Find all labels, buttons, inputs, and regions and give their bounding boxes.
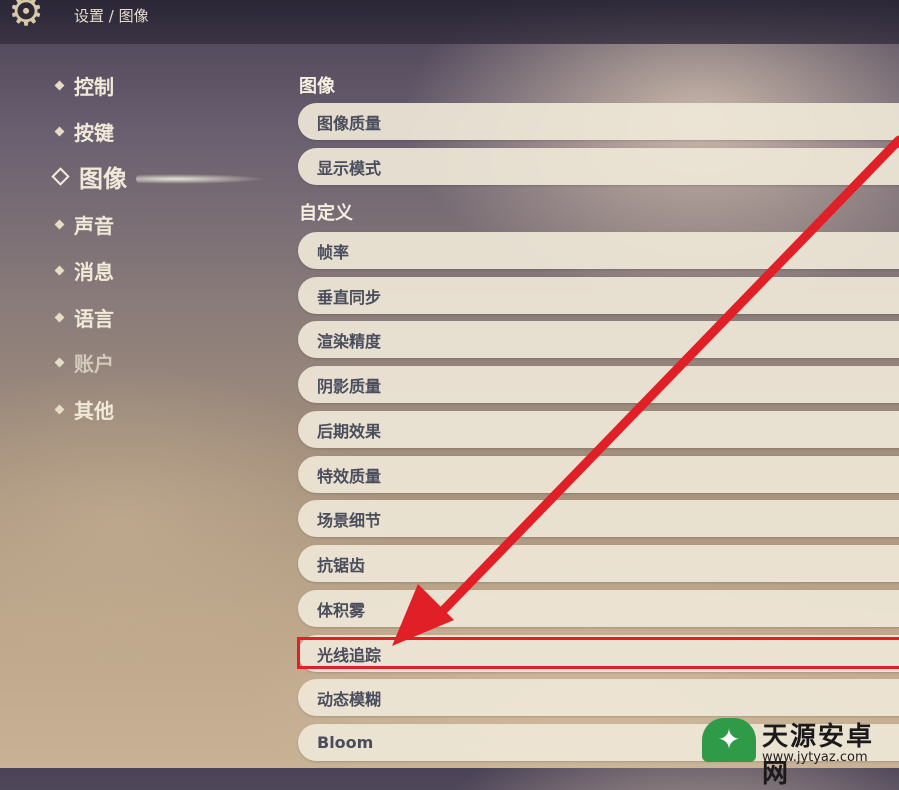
setting-label: 帧率 xyxy=(317,242,350,262)
sidebar-item-label: 声音 xyxy=(74,213,114,238)
diamond-icon xyxy=(54,404,65,414)
setting-label: Bloom xyxy=(317,733,374,752)
watermark-url: www.jytyaz.com xyxy=(762,750,868,765)
setting-label: 特效质量 xyxy=(317,466,382,486)
setting-label: 图像质量 xyxy=(317,113,382,133)
gear-icon[interactable]: ⚙ xyxy=(6,0,46,32)
sidebar-item-language[interactable]: 语言 xyxy=(54,302,114,332)
sidebar-item-other[interactable]: 其他 xyxy=(54,394,114,424)
diamond-icon xyxy=(54,312,65,322)
sidebar-item-label: 语言 xyxy=(74,306,114,331)
watermark: ✦ 天源安卓网 www.jytyaz.com xyxy=(702,710,899,789)
setting-label: 动态模糊 xyxy=(317,689,382,709)
sidebar-item-label: 控制 xyxy=(74,74,114,99)
sidebar-item-controls[interactable]: 控制 xyxy=(54,70,114,100)
setting-row-effects-quality[interactable]: 特效质量 xyxy=(298,456,899,493)
ray-tracing-highlight-box xyxy=(297,637,899,669)
setting-label: 阴影质量 xyxy=(317,376,382,396)
sidebar-item-account[interactable]: 账户 xyxy=(54,347,114,377)
setting-label: 体积雾 xyxy=(317,600,366,620)
sidebar-item-label: 账户 xyxy=(74,351,114,376)
diamond-icon xyxy=(54,265,65,275)
sidebar-item-notifications[interactable]: 消息 xyxy=(54,255,114,285)
setting-row-volumetric-fog[interactable]: 体积雾 xyxy=(298,590,899,627)
section-title-custom: 自定义 xyxy=(299,203,353,224)
setting-row-graphics-quality[interactable]: 图像质量 xyxy=(298,103,899,140)
diamond-icon xyxy=(54,219,65,229)
setting-row-frame-rate[interactable]: 帧率 xyxy=(298,232,899,269)
setting-label: 后期效果 xyxy=(317,421,382,441)
sidebar-item-audio[interactable]: 声音 xyxy=(54,209,114,239)
sidebar-item-graphics[interactable]: 图像 xyxy=(51,161,127,193)
setting-label: 显示模式 xyxy=(317,158,382,178)
setting-label: 抗锯齿 xyxy=(317,555,366,575)
setting-row-display-mode[interactable]: 显示模式 xyxy=(298,148,899,185)
setting-label: 渲染精度 xyxy=(317,331,382,351)
breadcrumb: 设置 / 图像 xyxy=(74,7,149,25)
sidebar-item-label: 其他 xyxy=(74,398,114,423)
setting-row-scene-detail[interactable]: 场景细节 xyxy=(298,500,899,537)
sidebar-item-label: 按键 xyxy=(74,120,114,145)
diamond-outline-icon xyxy=(51,166,70,186)
sidebar-item-keybinds[interactable]: 按键 xyxy=(54,116,114,146)
diamond-icon xyxy=(54,126,65,136)
setting-row-shadow-quality[interactable]: 阴影质量 xyxy=(298,366,899,403)
setting-row-vsync[interactable]: 垂直同步 xyxy=(298,277,899,314)
setting-row-render-resolution[interactable]: 渲染精度 xyxy=(298,321,899,358)
sidebar-item-label: 消息 xyxy=(74,259,114,284)
top-bar: ⚙ 设置 / 图像 xyxy=(0,0,899,44)
android-logo-icon: ✦ xyxy=(702,718,756,762)
setting-row-anti-aliasing[interactable]: 抗锯齿 xyxy=(298,545,899,582)
diamond-icon xyxy=(54,357,65,367)
setting-label: 垂直同步 xyxy=(317,287,382,307)
section-title-graphics: 图像 xyxy=(299,76,335,97)
diamond-icon xyxy=(54,80,65,90)
sidebar-item-label: 图像 xyxy=(79,164,127,193)
setting-label: 场景细节 xyxy=(317,510,382,530)
setting-row-post-processing[interactable]: 后期效果 xyxy=(298,411,899,448)
active-indicator-glow xyxy=(136,174,266,184)
